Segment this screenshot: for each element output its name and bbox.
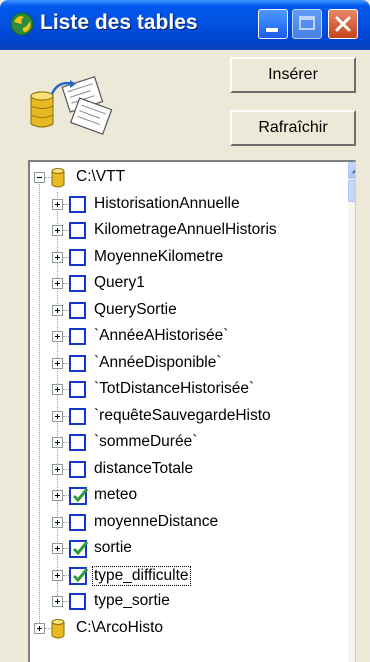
tree-item[interactable]: distanceTotale (30, 457, 346, 483)
table-label: `sommeDurée` (94, 433, 198, 450)
table-icon (69, 275, 86, 292)
tree-item[interactable]: `requêteSauvegardeHisto (30, 404, 346, 430)
table-icon (69, 460, 86, 478)
title-bar[interactable]: Liste des tables (0, 0, 370, 50)
scroll-thumb[interactable] (348, 180, 355, 202)
table-label: type_difficulte (92, 565, 191, 586)
expand-toggle-icon[interactable] (52, 543, 63, 554)
table-label: HistorisationAnnuelle (94, 194, 240, 212)
minimize-button[interactable] (258, 9, 288, 39)
close-button[interactable] (328, 9, 358, 39)
table-icon (69, 381, 86, 398)
table-icon (69, 328, 86, 345)
insert-button[interactable]: Insérer (230, 57, 356, 93)
expand-toggle-icon[interactable] (52, 596, 63, 607)
table-icon (69, 222, 86, 239)
tree-root-item[interactable]: C:\VTT (30, 165, 346, 191)
tree-item[interactable]: meteo (30, 483, 346, 509)
expand-toggle-icon[interactable] (52, 569, 63, 581)
tree-item[interactable]: QuerySortie (30, 298, 346, 324)
expand-toggle-icon[interactable] (52, 437, 63, 448)
checked-table-icon (69, 566, 89, 585)
table-label: MoyenneKilometre (94, 247, 224, 265)
expand-toggle-icon[interactable] (52, 516, 63, 528)
tree-item[interactable]: `TotDistanceHistorisée` (30, 377, 346, 403)
scroll-up-button[interactable] (348, 162, 355, 179)
table-icon (69, 248, 86, 266)
database-icon (51, 168, 65, 188)
expand-toggle-icon[interactable] (52, 384, 63, 395)
table-label: KilometrageAnnuelHistoris (94, 221, 277, 238)
expand-toggle-icon[interactable] (52, 463, 63, 475)
tree-item[interactable]: type_difficulte (30, 563, 346, 589)
refresh-button[interactable]: Rafraîchir (230, 110, 356, 146)
table-label: sortie (94, 539, 132, 556)
table-label: `AnnéeDisponible` (94, 353, 222, 371)
tree-item[interactable]: `AnnéeAHistorisée` (30, 324, 346, 350)
tree-item[interactable]: MoyenneKilometre (30, 245, 346, 271)
database-icon (51, 618, 65, 638)
tree-root-item[interactable]: C:\ArcoHisto (30, 616, 346, 642)
tree-item[interactable]: type_sortie (30, 589, 346, 615)
app-icon (10, 12, 34, 36)
expand-toggle-icon[interactable] (52, 304, 63, 316)
tree-item[interactable]: moyenneDistance (30, 510, 346, 536)
table-label: `TotDistanceHistorisée` (94, 380, 255, 397)
maximize-button[interactable] (292, 9, 322, 39)
expand-toggle-icon[interactable] (34, 622, 45, 634)
table-icon (69, 354, 86, 372)
expand-toggle-icon[interactable] (52, 251, 63, 263)
table-label: type_sortie (94, 592, 170, 609)
minimize-icon (266, 28, 278, 32)
chevron-up-icon (352, 169, 355, 174)
table-label: distanceTotale (94, 459, 194, 477)
tree-item[interactable]: KilometrageAnnuelHistoris (30, 218, 346, 244)
table-label: meteo (94, 486, 138, 503)
expand-toggle-icon[interactable] (52, 410, 63, 422)
table-icon (69, 407, 86, 425)
table-tree[interactable]: C:\VTT HistorisationAnnuelle KilometrageAn… (28, 160, 356, 662)
close-icon (335, 16, 351, 32)
vertical-scrollbar[interactable] (348, 162, 355, 662)
table-icon (69, 593, 86, 610)
table-label: `requêteSauvegardeHisto (94, 406, 271, 424)
expand-toggle-icon[interactable] (52, 357, 63, 369)
checked-table-icon (69, 540, 89, 558)
tree-item[interactable]: `sommeDurée` (30, 430, 346, 456)
table-label: QuerySortie (94, 300, 177, 318)
table-icon (69, 195, 86, 213)
database-label: C:\ArcoHisto (76, 618, 163, 636)
tree-item[interactable]: sortie (30, 536, 346, 562)
checked-table-icon (69, 487, 89, 505)
collapse-toggle-icon[interactable] (34, 172, 45, 183)
table-icon (69, 434, 86, 451)
database-label: C:\VTT (76, 168, 126, 185)
table-icon (69, 301, 86, 319)
expand-toggle-icon[interactable] (52, 278, 63, 289)
table-icon (69, 513, 86, 531)
expand-toggle-icon[interactable] (52, 490, 63, 501)
expand-toggle-icon[interactable] (52, 198, 63, 210)
table-label: moyenneDistance (94, 512, 219, 530)
tree-item[interactable]: HistorisationAnnuelle (30, 192, 346, 218)
tree-item[interactable]: `AnnéeDisponible` (30, 351, 346, 377)
table-list-window: Liste des tables Insérer Rafraîchir C:\V… (0, 0, 370, 662)
table-label: Query1 (94, 274, 145, 291)
expand-toggle-icon[interactable] (52, 225, 63, 236)
expand-toggle-icon[interactable] (52, 331, 63, 342)
maximize-icon (299, 16, 315, 30)
table-label: `AnnéeAHistorisée` (94, 327, 229, 344)
window-title: Liste des tables (40, 11, 198, 34)
tree-item[interactable]: Query1 (30, 271, 346, 297)
database-link-icon (30, 75, 113, 135)
